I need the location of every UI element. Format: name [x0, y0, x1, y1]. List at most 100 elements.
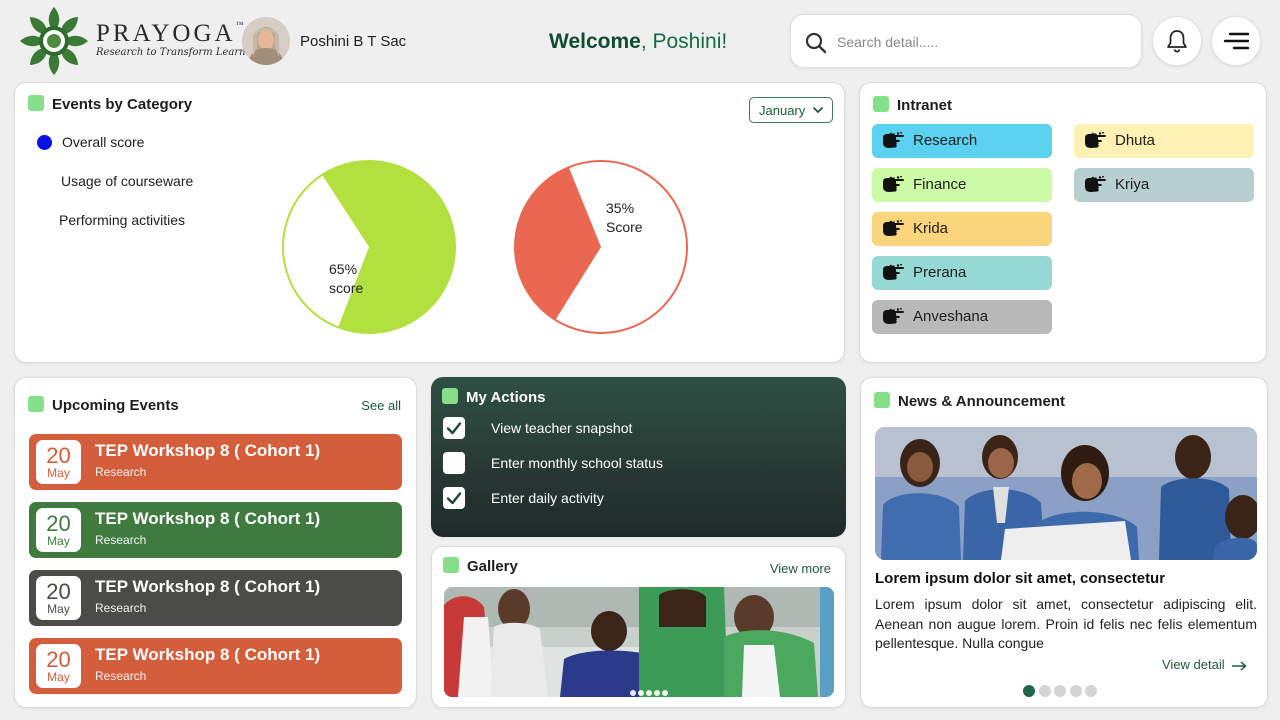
gallery-pagination: [630, 683, 670, 697]
event-category: Research: [95, 669, 147, 683]
event-date-badge: 20 May: [36, 440, 81, 484]
action-label: Enter daily activity: [491, 490, 604, 506]
intranet-link-dhuta[interactable]: Dhuta: [1074, 124, 1254, 158]
event-title: TEP Workshop 8 ( Cohort 1): [95, 509, 321, 528]
news-headline: Lorem ipsum dolor sit amet, consectetur: [875, 570, 1166, 587]
legend-dot-icon: [37, 135, 52, 150]
prayoga-logo[interactable]: PRAYOGA™ Research to Transform Learning: [18, 6, 262, 76]
intranet-card: Intranet Research Dhuta Finance Kriya Kr…: [859, 82, 1267, 363]
event-item[interactable]: 20 May TEP Workshop 8 ( Cohort 1) Resear…: [29, 570, 402, 626]
gallery-dot[interactable]: [638, 690, 644, 696]
search-bar[interactable]: [790, 14, 1142, 68]
view-more-link[interactable]: View more: [770, 561, 831, 576]
pointing-hand-icon: [1085, 132, 1106, 148]
event-item[interactable]: 20 May TEP Workshop 8 ( Cohort 1) Resear…: [29, 638, 402, 694]
upcoming-events-card: Upcoming Events See all 20 May TEP Works…: [14, 377, 417, 708]
news-dot[interactable]: [1085, 685, 1097, 697]
menu-icon: [1223, 32, 1249, 50]
month-select-value: January: [759, 103, 806, 118]
lotus-logo-icon: [20, 7, 88, 75]
month-select[interactable]: January: [749, 97, 833, 123]
event-title: TEP Workshop 8 ( Cohort 1): [95, 577, 321, 596]
brand-name: PRAYOGA™: [96, 20, 244, 47]
legend-performing-activities: Performing activities: [59, 212, 186, 228]
event-category: Research: [95, 601, 147, 615]
card-title: Upcoming Events: [28, 396, 179, 414]
events-by-category-card: Events by Category January Overall score…: [14, 82, 845, 363]
card-title: My Actions: [442, 388, 545, 406]
gallery-image[interactable]: [444, 587, 834, 697]
intranet-label: Finance: [913, 176, 967, 193]
pointing-hand-icon: [883, 264, 904, 280]
card-title: Events by Category: [28, 95, 192, 113]
intranet-label: Anveshana: [913, 308, 989, 325]
checkbox-checked[interactable]: [443, 487, 465, 509]
card-title: Gallery: [443, 557, 518, 575]
arrow-right-icon: [1231, 661, 1247, 671]
gallery-dot[interactable]: [654, 690, 660, 696]
pointing-hand-icon: [883, 132, 904, 148]
news-image[interactable]: [875, 427, 1257, 560]
search-icon: [805, 32, 827, 54]
news-dot-active[interactable]: [1023, 685, 1035, 697]
pie-label-second: 35% Score: [606, 200, 643, 235]
user-name: Poshini B T Sac: [300, 33, 407, 50]
news-announcement-card: News & Announcement Lorem ipsum dolor si…: [860, 377, 1268, 708]
score-pie-chart-2: [514, 160, 688, 334]
title-marker-icon: [874, 392, 890, 408]
notifications-button[interactable]: [1152, 16, 1202, 66]
legend-usage-of-courseware: Usage of courseware: [61, 173, 194, 189]
title-marker-icon: [28, 95, 44, 111]
search-input[interactable]: [837, 31, 1127, 53]
pointing-hand-icon: [883, 308, 904, 324]
news-dot[interactable]: [1069, 685, 1082, 697]
event-date-badge: 20 May: [36, 508, 81, 552]
event-category: Research: [95, 533, 147, 547]
news-dot[interactable]: [1054, 685, 1066, 697]
checkmark-icon: [446, 492, 462, 505]
avatar[interactable]: [242, 17, 290, 65]
gallery-dot[interactable]: [646, 690, 652, 696]
menu-button[interactable]: [1211, 16, 1261, 66]
intranet-label: Research: [913, 132, 978, 149]
event-category: Research: [95, 465, 147, 479]
title-marker-icon: [442, 388, 458, 404]
event-item[interactable]: 20 May TEP Workshop 8 ( Cohort 1) Resear…: [29, 434, 402, 490]
brand-tagline: Research to Transform Learning: [96, 47, 262, 58]
intranet-label: Krida: [913, 220, 949, 237]
event-item[interactable]: 20 May TEP Workshop 8 ( Cohort 1) Resear…: [29, 502, 402, 558]
see-all-link[interactable]: See all: [361, 398, 401, 413]
action-enter-daily-activity[interactable]: Enter daily activity: [443, 487, 823, 511]
intranet-link-research[interactable]: Research: [872, 124, 1052, 158]
event-title: TEP Workshop 8 ( Cohort 1): [95, 645, 321, 664]
news-dot[interactable]: [1038, 685, 1051, 697]
checkmark-icon: [446, 422, 462, 435]
event-title: TEP Workshop 8 ( Cohort 1): [95, 441, 321, 460]
pointing-hand-icon: [883, 176, 904, 192]
checkbox-checked[interactable]: [443, 417, 465, 439]
intranet-link-kriya[interactable]: Kriya: [1074, 168, 1254, 202]
news-pagination: [1023, 684, 1101, 702]
checkbox-unchecked[interactable]: [443, 452, 465, 474]
action-label: View teacher snapshot: [491, 420, 633, 436]
title-marker-icon: [28, 396, 44, 412]
intranet-label: Dhuta: [1115, 132, 1156, 149]
students-photo: [444, 587, 834, 697]
intranet-link-prerana[interactable]: Prerana: [872, 256, 1052, 290]
intranet-link-krida[interactable]: Krida: [872, 212, 1052, 246]
card-title: News & Announcement: [874, 392, 1065, 410]
gallery-card: Gallery View more: [431, 546, 846, 708]
pointing-hand-icon: [1085, 176, 1106, 192]
gallery-dot[interactable]: [630, 690, 636, 696]
legend-overall-score: Overall score: [62, 134, 145, 150]
news-body: Lorem ipsum dolor sit amet, consectetur …: [875, 596, 1257, 651]
title-marker-icon: [443, 557, 459, 573]
action-enter-monthly-school-status[interactable]: Enter monthly school status: [443, 452, 823, 476]
intranet-link-finance[interactable]: Finance: [872, 168, 1052, 202]
action-view-teacher-snapshot[interactable]: View teacher snapshot: [443, 417, 823, 441]
title-marker-icon: [873, 96, 889, 112]
view-detail-link[interactable]: View detail: [1162, 657, 1247, 672]
intranet-link-anveshana[interactable]: Anveshana: [872, 300, 1052, 334]
chevron-down-icon: [812, 106, 824, 114]
gallery-dot[interactable]: [662, 690, 668, 696]
